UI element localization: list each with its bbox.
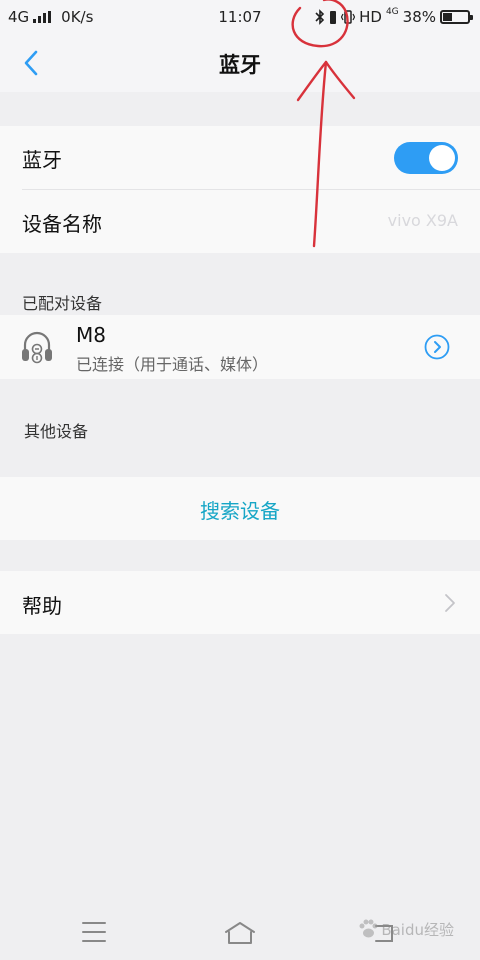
device-name-row[interactable]: 设备名称 vivo X9A [0,189,480,253]
page-title: 蓝牙 [219,53,261,77]
help-row[interactable]: 帮助 [0,571,480,634]
hd-label: HD [359,8,382,26]
home-icon[interactable] [222,918,258,946]
battery-small-icon [330,11,337,24]
bluetooth-toggle[interactable] [394,142,458,174]
watermark: Baidu经验 [357,918,454,940]
device-details-icon[interactable] [424,334,450,360]
bluetooth-settings-section: 蓝牙 设备名称 vivo X9A [0,126,480,253]
navigation-bar: Baidu经验 [0,900,480,960]
device-name-label: 设备名称 [22,212,102,236]
status-right: HD 4G 38% [315,7,473,26]
watermark-text: Baidu经验 [381,920,454,939]
paired-device-name: M8 [76,323,106,347]
baidu-paw-icon [359,919,378,938]
battery-percent: 38% [402,8,436,26]
bluetooth-status-icon [315,9,325,25]
paired-device-row[interactable]: M8 已连接（用于通话、媒体） [0,315,480,379]
chevron-left-icon [24,50,38,76]
battery-icon [440,10,473,24]
network-type-right: 4G [385,7,399,17]
paired-devices-title: 已配对设备 [22,294,103,313]
vibrate-icon [341,10,356,24]
chevron-right-icon [445,594,455,612]
headset-icon [22,331,52,364]
back-button[interactable] [14,44,52,82]
menu-icon[interactable] [76,918,112,946]
other-devices-title: 其他设备 [24,422,89,441]
status-bar: 4G 0K/s 11:07 HD 4G 38% [0,0,480,34]
search-devices-label: 搜索设备 [200,499,280,523]
help-label: 帮助 [22,594,62,618]
bluetooth-label: 蓝牙 [22,148,62,172]
bluetooth-row: 蓝牙 [0,126,480,189]
device-name-value: vivo X9A [387,211,458,230]
battery-fill [443,13,452,21]
search-devices-button[interactable]: 搜索设备 [0,477,480,540]
toggle-knob [429,145,455,171]
header: 蓝牙 [0,34,480,92]
paired-device-status: 已连接（用于通话、媒体） [76,355,269,374]
